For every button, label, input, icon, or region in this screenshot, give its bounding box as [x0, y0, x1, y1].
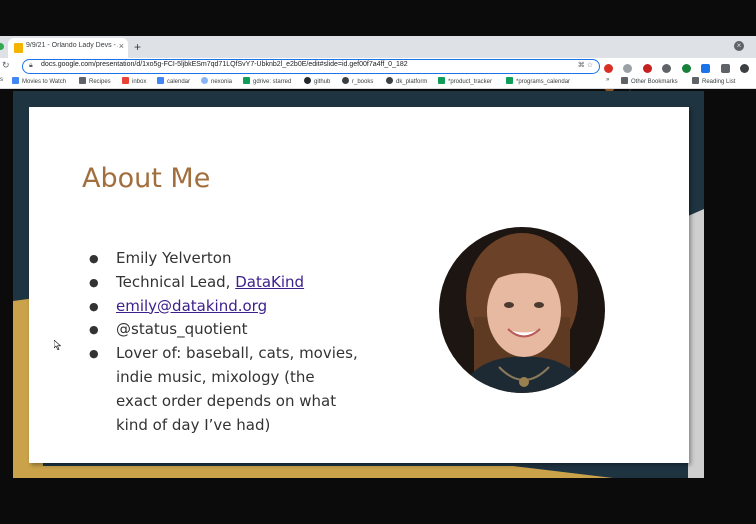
window-close-icon[interactable]: × — [734, 41, 744, 51]
bookmark-gdrive[interactable]: gdrive: starred — [243, 77, 291, 85]
extension-icon[interactable] — [701, 64, 711, 74]
bookmark-label: github — [314, 79, 331, 85]
reading-list[interactable]: Reading List — [692, 77, 735, 85]
github-icon — [304, 77, 311, 84]
mouse-cursor-icon — [54, 340, 62, 350]
extension-icon[interactable] — [662, 64, 672, 74]
list-item: Lover of: baseball, cats, movies, indie … — [89, 342, 359, 437]
extension-icon[interactable] — [642, 64, 652, 74]
address-bar[interactable]: 🔒︎ docs.google.com/presentation/d/1xo5g-… — [22, 59, 600, 74]
profile-photo — [439, 227, 605, 393]
list-item: Emily Yelverton — [89, 247, 359, 271]
folder-icon — [79, 77, 86, 84]
bookmark-label: inbox — [132, 79, 147, 85]
bookmark-label: *programs_calendar — [516, 79, 571, 85]
bookmark-label: gdrive: starred — [253, 79, 292, 85]
bullet-text: Lover of: baseball, cats, movies, indie … — [116, 344, 358, 434]
sheets-icon — [438, 77, 445, 84]
globe-icon — [386, 77, 393, 84]
close-tab-icon[interactable]: × — [119, 41, 124, 51]
bullet-text: @status_quotient — [116, 320, 248, 339]
bookmark-nexonia[interactable]: nexonia — [201, 77, 232, 85]
bookmark-programs-calendar[interactable]: *programs_calendar — [506, 77, 570, 85]
other-bookmarks[interactable]: Other Bookmarks — [621, 77, 678, 85]
extension-icons: ⋮ — [604, 60, 756, 93]
new-tab-button[interactable]: + — [134, 40, 141, 54]
gray-shape — [688, 209, 704, 478]
reload-icon[interactable]: ↻ — [2, 60, 10, 71]
puzzle-icon[interactable] — [720, 64, 730, 74]
bookmark-label: r_books — [352, 79, 374, 85]
bookmark-movies[interactable]: Movies to Watch — [12, 77, 66, 85]
slides-icon — [14, 43, 23, 53]
bullet-list: Emily Yelverton Technical Lead, DataKind… — [89, 247, 359, 437]
gold-shape-bottom — [13, 466, 613, 478]
email-link[interactable]: emily@datakind.org — [116, 297, 267, 315]
sheets-icon — [506, 77, 513, 84]
bookmark-label: nexonia — [211, 79, 233, 85]
bookmark-star-icon[interactable]: ⌘ ☆ — [578, 61, 593, 69]
url-text[interactable]: docs.google.com/presentation/d/1xo5g-FCI… — [41, 61, 408, 68]
bookmark-calendar[interactable]: calendar — [157, 77, 190, 85]
slide[interactable]: About Me Emily Yelverton Technical Lead,… — [29, 107, 689, 463]
globe-icon — [342, 77, 349, 84]
bookmark-r-books[interactable]: r_books — [342, 77, 373, 85]
reading-list-label: Reading List — [702, 79, 736, 85]
tab-title: 9/9/21 - Orlando Lady Devs - Abo — [26, 42, 118, 49]
bookmark-dk-platform[interactable]: dk_platform — [386, 77, 427, 85]
other-bookmarks-label: Other Bookmarks — [631, 79, 678, 85]
extension-icon[interactable] — [681, 64, 691, 74]
extension-icon[interactable] — [740, 64, 750, 74]
gmail-icon — [122, 77, 129, 84]
extension-icon[interactable] — [604, 64, 613, 74]
lock-icon: 🔒︎ — [29, 62, 33, 69]
bookmark-product-tracker[interactable]: *product_tracker — [438, 77, 492, 85]
reading-list-icon — [692, 77, 699, 84]
bookmark-label: calendar — [167, 79, 191, 85]
slide-title: About Me — [82, 163, 211, 194]
bookmarks-overflow-button[interactable]: » — [606, 77, 609, 83]
calendar-icon — [157, 77, 164, 84]
docs-icon — [12, 77, 19, 84]
bookmark-label: dk_platform — [396, 79, 428, 85]
bookmarks-bar: s Movies to Watch Recipes inbox calendar… — [0, 74, 756, 89]
list-item: emily@datakind.org — [89, 295, 359, 319]
bookmark-inbox[interactable]: inbox — [122, 77, 146, 85]
bookmark-label: Movies to Watch — [22, 79, 67, 85]
datakind-link[interactable]: DataKind — [235, 273, 304, 291]
bookmark-label: *product_tracker — [448, 79, 493, 85]
bookmark-label: Recipes — [89, 79, 111, 85]
list-item: Technical Lead, DataKind — [89, 271, 359, 295]
list-item: @status_quotient — [89, 318, 359, 342]
apps-label[interactable]: s — [0, 77, 3, 83]
bullet-text: Technical Lead, — [116, 272, 236, 291]
bookmark-recipes[interactable]: Recipes — [79, 77, 111, 85]
browser-tab[interactable]: 9/9/21 - Orlando Lady Devs - Abo × — [8, 38, 128, 58]
folder-icon — [621, 77, 628, 84]
drive-icon — [243, 77, 250, 84]
bullet-text: Emily Yelverton — [116, 249, 232, 267]
portrait-illustration — [439, 227, 605, 393]
nexonia-icon — [201, 77, 208, 84]
extension-icon[interactable] — [623, 64, 633, 74]
bookmark-github[interactable]: github — [304, 77, 330, 85]
